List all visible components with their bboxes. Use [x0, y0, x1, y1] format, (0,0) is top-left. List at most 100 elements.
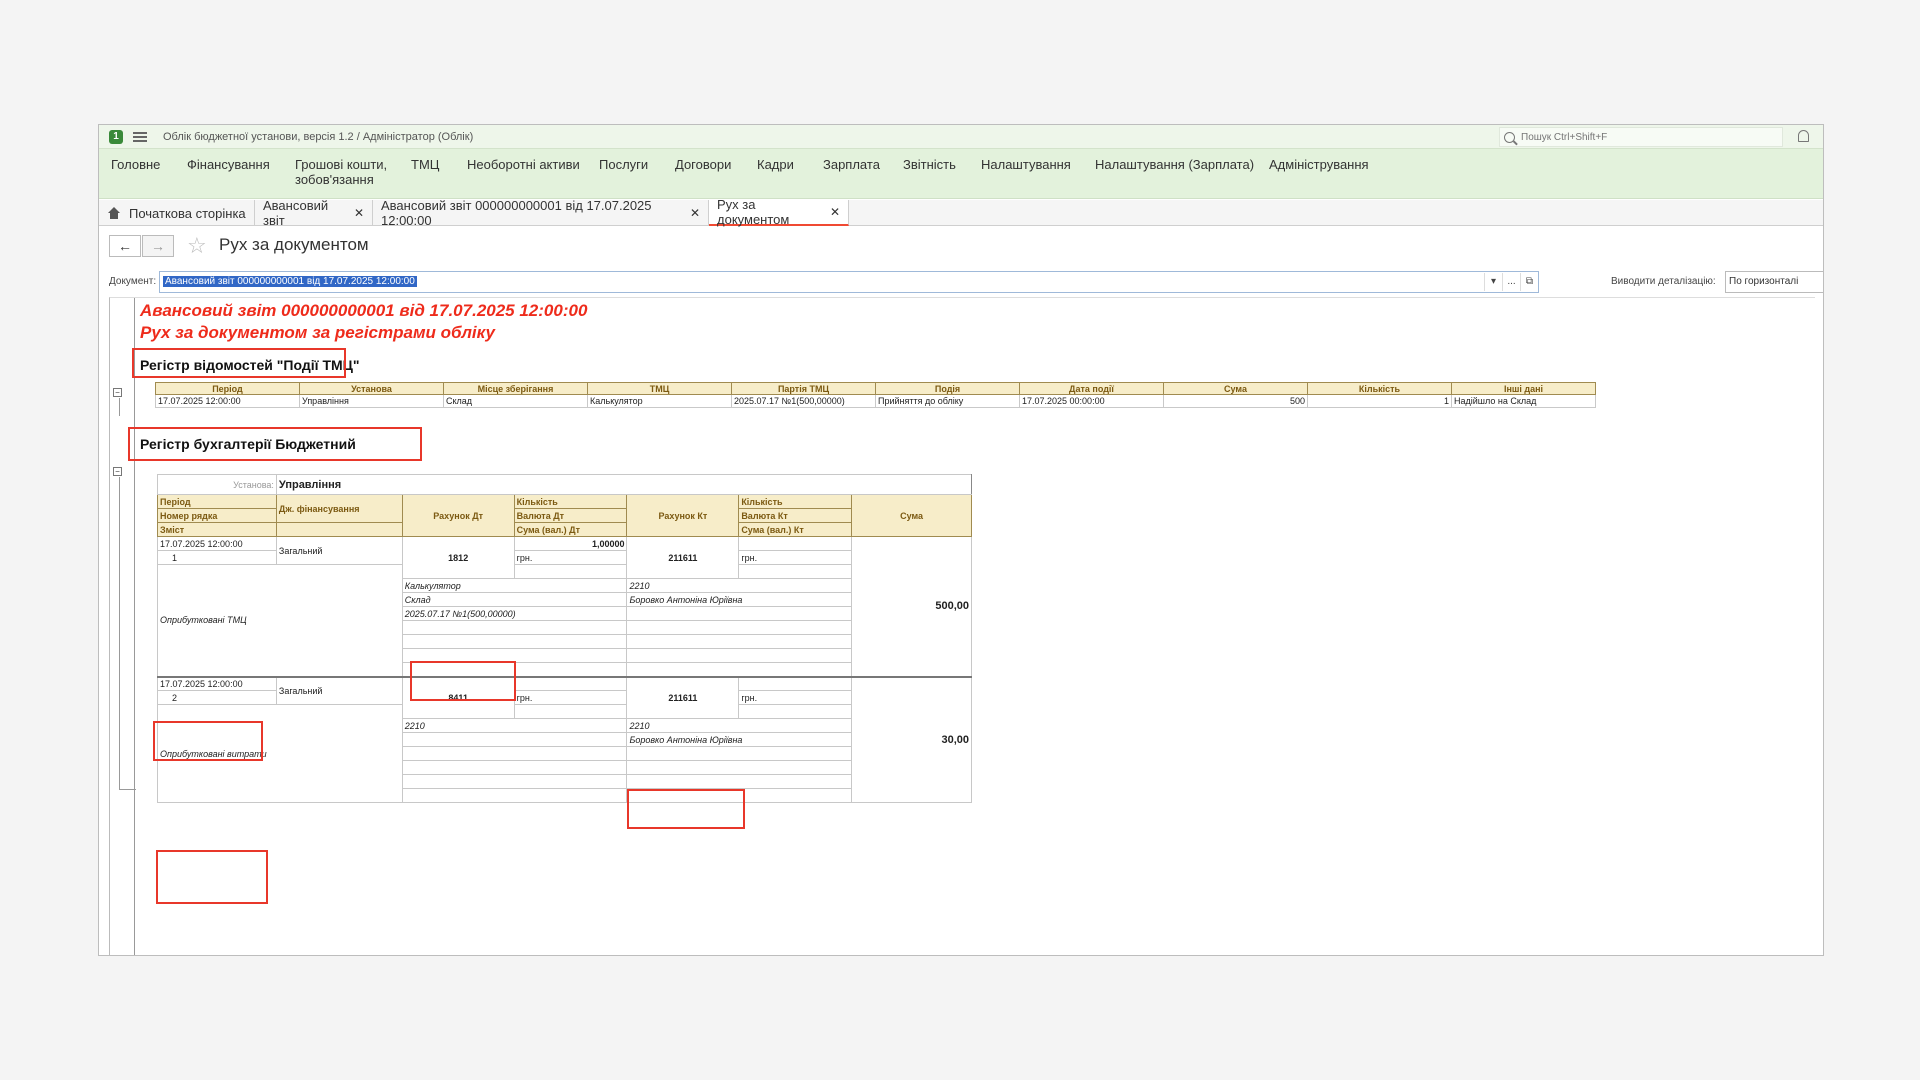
table-header-row: Період Установа Місце зберігання ТМЦ Пар… — [155, 382, 1596, 395]
table-header-row: Зміст Сума (вал.) Дт Сума (вал.) Кт — [157, 522, 972, 537]
document-value: Авансовий звіт 000000000001 від 17.07.20… — [163, 276, 417, 287]
detail-label: Виводити деталізацію: — [1611, 276, 1716, 287]
table-row: 17.07.2025 12:00:00 Загальний 1812 1,000… — [157, 536, 972, 677]
entry-period: 17.07.2025 12:00:00 — [157, 536, 277, 551]
tab-label: Авансовий звіт — [263, 198, 329, 228]
column-header: Зміст — [157, 522, 277, 537]
tab-home[interactable]: Початкова сторінка — [99, 200, 255, 226]
document-field[interactable]: Авансовий звіт 000000000001 від 17.07.20… — [159, 271, 1539, 293]
table-cell — [401, 746, 628, 761]
table-cell — [401, 760, 628, 775]
register-1-table: Період Установа Місце зберігання ТМЦ Пар… — [155, 382, 1596, 408]
document-row: Документ: Авансовий звіт 000000000001 ві… — [99, 271, 1823, 293]
section-fixed-assets[interactable]: Необоротні активи — [467, 157, 580, 172]
document-select-button[interactable]: ... — [1502, 273, 1520, 291]
back-button[interactable]: ← — [109, 235, 141, 257]
table-cell: 17.07.2025 00:00:00 — [1019, 394, 1164, 408]
section-hr[interactable]: Кадри — [757, 157, 794, 172]
group-line — [119, 398, 120, 416]
section-salary-settings[interactable]: Налаштування (Зарплата) — [1095, 157, 1254, 172]
column-header: Установа — [299, 382, 444, 395]
section-salary[interactable]: Зарплата — [823, 157, 880, 172]
section-main[interactable]: Головне — [111, 157, 160, 172]
table-cell: Склад — [443, 394, 588, 408]
column-header: Рахунок Дт — [401, 494, 515, 537]
document-open-icon[interactable]: ⧉ — [1520, 273, 1538, 291]
entry-qty-dt: 1,00000 — [513, 536, 628, 551]
table-cell — [626, 662, 853, 677]
forward-button[interactable]: → — [142, 235, 174, 257]
tab-document-movements[interactable]: Рух за документом ✕ — [709, 197, 849, 227]
collapse-icon[interactable]: − — [113, 467, 122, 476]
column-header: Номер рядка — [157, 508, 277, 523]
entry-subconto-dt: 2210 — [401, 718, 628, 733]
table-cell — [401, 620, 628, 635]
table-cell — [626, 620, 853, 635]
entry-qty-dt — [513, 676, 628, 691]
entry-content: Оприбутковані ТМЦ — [157, 564, 403, 677]
section-services[interactable]: Послуги — [599, 157, 648, 172]
register-2-table: Установа: Управління Період Дж. фінансув… — [157, 474, 973, 803]
column-header: Дата події — [1019, 382, 1164, 395]
entry-period: 17.07.2025 12:00:00 — [157, 676, 277, 691]
section-finance[interactable]: Фінансування — [187, 157, 270, 172]
section-administration[interactable]: Адміністрування — [1269, 157, 1369, 172]
entry-fund: Загальний — [275, 536, 403, 565]
favorite-star-icon[interactable]: ☆ — [187, 233, 207, 259]
entry-sum: 500,00 — [851, 536, 972, 677]
notifications-bell-icon[interactable] — [1798, 130, 1809, 142]
section-settings[interactable]: Налаштування — [981, 157, 1071, 172]
report-area: − − Авансовий звіт 000000000001 від 17.0… — [109, 297, 1815, 955]
table-cell: 2025.07.17 №1(500,00000) — [731, 394, 876, 408]
table-cell — [738, 704, 853, 719]
section-tmc[interactable]: ТМЦ — [411, 157, 439, 172]
section-contracts[interactable]: Договори — [675, 157, 731, 172]
column-header — [275, 522, 403, 537]
table-cell — [626, 774, 853, 789]
table-cell — [626, 606, 853, 621]
search-input[interactable] — [1521, 131, 1761, 143]
document-dropdown-icon[interactable]: ▾ — [1484, 273, 1502, 291]
org-label: Установа: — [157, 474, 277, 495]
table-cell — [401, 732, 628, 747]
table-cell — [626, 760, 853, 775]
entry-cur-kt: грн. — [738, 690, 853, 705]
highlight-box — [156, 850, 268, 904]
section-cash[interactable]: Грошові кошти, зобов'язання — [295, 157, 391, 187]
tab-home-label: Початкова сторінка — [129, 205, 246, 221]
tab-label: Авансовий звіт 000000000001 від 17.07.20… — [381, 198, 652, 228]
highlight-box — [132, 348, 346, 378]
table-cell — [401, 774, 628, 789]
close-icon[interactable]: ✕ — [354, 206, 364, 220]
section-reports[interactable]: Звітність — [903, 157, 956, 172]
column-header: ТМЦ — [587, 382, 732, 395]
entry-subconto-kt: Боровко Антоніна Юріївна — [626, 732, 853, 747]
table-cell — [626, 746, 853, 761]
table-cell: 500 — [1163, 394, 1308, 408]
page-title: Рух за документом — [219, 235, 369, 254]
table-cell: Прийняття до обліку — [875, 394, 1020, 408]
tab-advance-report-doc[interactable]: Авансовий звіт 000000000001 від 17.07.20… — [373, 198, 709, 228]
column-header: Інші дані — [1451, 382, 1596, 395]
table-cell — [626, 648, 853, 663]
entry-subconto-kt: Боровко Антоніна Юріївна — [626, 592, 853, 607]
close-icon[interactable]: ✕ — [830, 205, 840, 219]
global-search[interactable] — [1499, 127, 1783, 147]
entry-num: 1 — [157, 550, 277, 565]
tab-advance-report-list[interactable]: Авансовий звіт ✕ — [255, 198, 373, 228]
detail-select[interactable]: По горизонталі ▾ — [1725, 271, 1823, 293]
column-header: Кількість — [738, 494, 853, 509]
table-cell — [738, 676, 853, 691]
table-row: 17.07.2025 12:00:00 Управління Склад Кал… — [155, 394, 1596, 408]
document-label: Документ: — [109, 276, 157, 287]
collapse-icon[interactable]: − — [113, 388, 122, 397]
close-icon[interactable]: ✕ — [690, 206, 700, 220]
column-header: Рахунок Кт — [626, 494, 740, 537]
search-icon — [1504, 131, 1515, 143]
sections-panel: Головне Фінансування Грошові кошти, зобо… — [99, 149, 1823, 199]
table-cell — [738, 536, 853, 551]
entry-subconto-dt: Калькулятор — [401, 578, 628, 593]
main-menu-icon[interactable] — [133, 131, 147, 142]
entry-fund: Загальний — [275, 676, 403, 705]
column-header: Сума (вал.) Кт — [738, 522, 853, 537]
